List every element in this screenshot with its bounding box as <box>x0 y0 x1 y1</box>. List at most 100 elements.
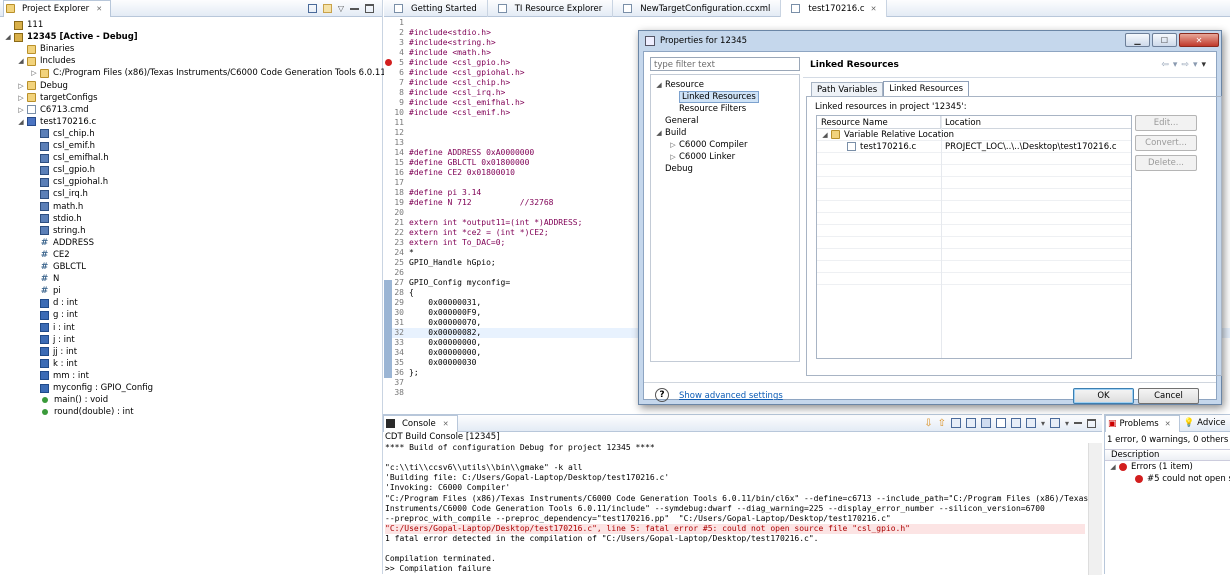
expand-icon[interactable]: ◢ <box>655 129 663 137</box>
scroll-lock-icon[interactable] <box>980 418 991 428</box>
tree-item[interactable]: ◢ 12345 [Active - Debug] <box>0 31 137 43</box>
tab-console[interactable]: Console ✕ <box>383 414 458 432</box>
error-marker-icon[interactable] <box>385 59 392 66</box>
ok-button[interactable]: OK <box>1073 388 1134 404</box>
tree-item[interactable]: i : int <box>0 322 75 334</box>
col-location[interactable]: Location <box>941 116 985 128</box>
link-with-editor-icon[interactable] <box>322 3 332 13</box>
tree-item[interactable]: csl_emif.h <box>0 140 95 152</box>
problems-item[interactable]: #5 could not open sour <box>1105 473 1230 485</box>
delete-button[interactable]: Delete... <box>1135 155 1197 171</box>
expand-icon[interactable]: ◢ <box>4 33 12 41</box>
tree-item[interactable]: string.h <box>0 225 86 237</box>
tree-item[interactable]: myconfig : GPIO_Config <box>0 382 153 394</box>
tree-item[interactable]: csl_irq.h <box>0 188 88 200</box>
tree-item[interactable]: ▷ targetConfigs <box>0 92 97 104</box>
close-icon[interactable]: ✕ <box>96 5 102 13</box>
tree-item[interactable]: # ADDRESS <box>0 237 94 249</box>
cancel-button[interactable]: Cancel <box>1138 388 1199 404</box>
nav-item[interactable]: General <box>651 115 699 127</box>
tree-item[interactable]: k : int <box>0 358 77 370</box>
expand-icon[interactable]: ◢ <box>821 131 829 139</box>
close-icon[interactable]: ✕ <box>443 420 449 428</box>
nav-item[interactable]: ◢ Build <box>651 127 686 139</box>
tab-project-explorer[interactable]: Project Explorer ✕ <box>3 0 112 17</box>
tab-problems[interactable]: ▣ Problems ✕ <box>1105 414 1180 432</box>
expand-icon[interactable]: ▷ <box>17 82 25 90</box>
tree-item[interactable]: main() : void <box>0 394 108 406</box>
nav-item[interactable]: Debug <box>651 163 693 175</box>
nav-item[interactable]: ◢ Resource <box>651 79 704 91</box>
maximize-icon[interactable] <box>365 3 374 13</box>
display-console-icon[interactable] <box>1025 418 1036 428</box>
filter-input[interactable]: type filter text <box>650 57 800 71</box>
prev-error-icon[interactable]: ⇧ <box>938 418 946 429</box>
tree-item[interactable]: # GBLCTL <box>0 261 86 273</box>
tree-item[interactable]: csl_gpiohal.h <box>0 176 108 188</box>
tree-item[interactable]: mm : int <box>0 370 89 382</box>
close-icon[interactable]: ✕ <box>1179 33 1219 47</box>
nav-item[interactable]: Resource Filters <box>651 103 746 115</box>
problems-col-description[interactable]: Description <box>1105 449 1230 461</box>
expand-icon[interactable]: ▷ <box>17 94 25 102</box>
expand-icon[interactable]: ◢ <box>1109 463 1117 471</box>
tree-item[interactable]: csl_emifhal.h <box>0 152 109 164</box>
tree-item[interactable]: # CE2 <box>0 249 70 261</box>
tree-item[interactable]: ◢ test170216.c <box>0 116 96 128</box>
tree-item[interactable]: ▷ C6713.cmd <box>0 104 88 116</box>
expand-icon[interactable]: ◢ <box>17 57 25 65</box>
console-output[interactable]: **** Build of configuration Debug for pr… <box>383 443 1088 575</box>
back-icon[interactable]: ⇦ <box>1161 60 1169 70</box>
nav-item[interactable]: Linked Resources <box>651 91 759 103</box>
expand-icon[interactable]: ▷ <box>17 106 25 114</box>
tree-item[interactable]: ◢ Includes <box>0 55 75 67</box>
tree-item[interactable]: csl_chip.h <box>0 128 95 140</box>
expand-icon[interactable]: ▷ <box>30 69 38 77</box>
table-row[interactable]: test170216.c PROJECT_LOC\..\..\Desktop\t… <box>817 141 1131 153</box>
forward-icon[interactable]: ⇨ <box>1181 60 1189 70</box>
tree-item[interactable]: d : int <box>0 297 78 309</box>
copy-icon[interactable] <box>950 418 961 428</box>
chevron-down-icon[interactable]: ▾ <box>1041 419 1045 428</box>
convert-button[interactable]: Convert... <box>1135 135 1197 151</box>
col-resource-name[interactable]: Resource Name <box>817 116 941 128</box>
expand-icon[interactable]: ▷ <box>669 141 677 149</box>
menu-icon[interactable]: ▾ <box>1201 60 1206 70</box>
tree-item[interactable]: jj : int <box>0 346 77 358</box>
nav-item[interactable]: ▷ C6000 Linker <box>651 151 735 163</box>
open-console-icon[interactable] <box>1049 418 1060 428</box>
clear-console-icon[interactable] <box>965 418 976 428</box>
close-icon[interactable]: ✕ <box>1165 420 1171 428</box>
close-icon[interactable]: ✕ <box>871 5 877 13</box>
tab-path-variables[interactable]: Path Variables <box>811 82 884 96</box>
chevron-down-icon[interactable]: ▾ <box>1065 419 1069 428</box>
view-menu-icon[interactable]: ▽ <box>338 4 344 13</box>
editor-tab[interactable]: Getting Started <box>384 0 488 17</box>
word-wrap-icon[interactable] <box>995 418 1006 428</box>
minimize-icon[interactable]: ▁ <box>1125 33 1150 47</box>
tree-item[interactable]: j : int <box>0 334 75 346</box>
tree-item[interactable]: 111 <box>0 19 43 31</box>
help-icon[interactable]: ? <box>655 388 669 402</box>
editor-tab[interactable]: test170216.c ✕ <box>781 0 888 17</box>
minimize-icon[interactable] <box>350 7 359 10</box>
problems-error-group[interactable]: ◢ Errors (1 item) <box>1105 461 1230 473</box>
chevron-down-icon[interactable]: ▾ <box>1193 60 1198 70</box>
expand-icon[interactable]: ◢ <box>655 81 663 89</box>
tree-item[interactable]: ▷ Debug <box>0 80 68 92</box>
tree-item[interactable]: stdio.h <box>0 213 82 225</box>
tree-item[interactable]: g : int <box>0 309 78 321</box>
tree-item[interactable]: csl_gpio.h <box>0 164 95 176</box>
edit-button[interactable]: Edit... <box>1135 115 1197 131</box>
tab-linked-resources[interactable]: Linked Resources <box>883 81 970 96</box>
tree-item[interactable]: ▷ C:/Program Files (x86)/Texas Instrument… <box>0 67 419 79</box>
tab-advice[interactable]: 💡 Advice <box>1180 418 1226 428</box>
show-advanced-link[interactable]: Show advanced settings <box>679 391 783 401</box>
chevron-down-icon[interactable]: ▾ <box>1173 60 1178 70</box>
pin-console-icon[interactable] <box>1010 418 1021 428</box>
next-error-icon[interactable]: ⇩ <box>924 418 932 429</box>
tree-item[interactable]: # N <box>0 273 60 285</box>
table-row[interactable]: ◢ Variable Relative Location <box>817 129 1131 141</box>
nav-item[interactable]: ▷ C6000 Compiler <box>651 139 747 151</box>
expand-icon[interactable]: ◢ <box>17 118 25 126</box>
